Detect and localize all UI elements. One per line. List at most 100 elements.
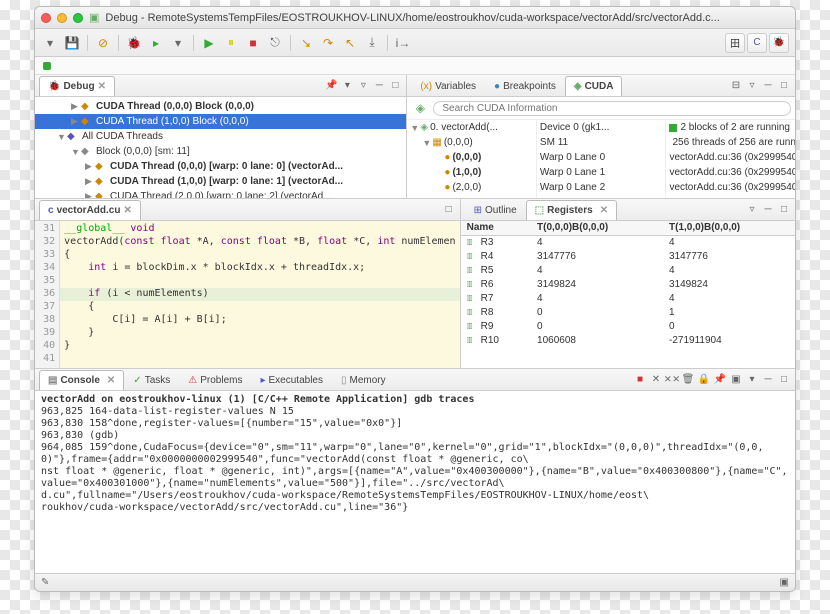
minimize-view-button[interactable]: ─: [761, 79, 775, 93]
open-perspective-button[interactable]: 田: [725, 33, 745, 53]
minimize-icon[interactable]: [57, 13, 67, 23]
cuda-status-col: 2 blocks of 2 are running256 threads of …: [665, 120, 795, 198]
maximize-view-button[interactable]: □: [777, 203, 791, 217]
resume-button[interactable]: ▶: [200, 34, 218, 52]
register-row[interactable]: ⁞⁞⁞R631498243149824: [461, 277, 795, 291]
status-progress-icon[interactable]: ▣: [780, 577, 789, 588]
close-tab-icon[interactable]: ✕: [123, 205, 131, 216]
search-input[interactable]: [433, 101, 791, 116]
cuda-info-col: Device 0 (gk1...SM 11Warp 0 Lane 0Warp 0…: [536, 120, 666, 198]
register-row[interactable]: ⁞⁞⁞R900: [461, 319, 795, 333]
close-tab-icon[interactable]: ✕: [98, 81, 106, 92]
view-menu-button[interactable]: ▿: [356, 79, 370, 93]
col-t1[interactable]: T(1,0,0)B(0,0,0): [663, 221, 795, 235]
tab-registers-label: Registers: [547, 205, 593, 216]
step-over-button[interactable]: ↷: [319, 34, 337, 52]
register-row[interactable]: ⁞⁞⁞R544: [461, 263, 795, 277]
remove-launch-button[interactable]: ✕: [649, 373, 663, 387]
cuda-info-button[interactable]: ◈: [411, 99, 429, 117]
debug-tree-row[interactable]: ▼◆Block (0,0,0) [sm: 11]: [35, 144, 406, 159]
skip-breakpoints-button[interactable]: ⊘: [94, 34, 112, 52]
minimize-view-button[interactable]: ─: [761, 203, 775, 217]
save-button[interactable]: 💾: [63, 34, 81, 52]
instruction-stepping-button[interactable]: i→: [394, 34, 412, 52]
step-return-button[interactable]: ↖: [341, 34, 359, 52]
close-tab-icon[interactable]: ✕: [107, 375, 115, 386]
cuda-tree-col[interactable]: ▼◈0. vectorAdd(...▼▦(0,0,0)●(0,0,0)●(1,0…: [407, 120, 536, 198]
new-button[interactable]: ▾: [41, 34, 59, 52]
collapse-button[interactable]: ⊟: [729, 79, 743, 93]
cuda-tree-row[interactable]: ●(1,0,0): [407, 165, 536, 180]
cuda-tree-row[interactable]: ▼▦(0,0,0): [407, 135, 536, 150]
debug-tree-row[interactable]: ▶◆CUDA Thread (1,0,0) Block (0,0,0): [35, 114, 406, 129]
cuda-status-row: vectorAdd.cu:36 (0x2999540): [666, 165, 795, 180]
debug-icon: 🐞: [48, 81, 60, 92]
cuda-tree-row[interactable]: ●(2,0,0): [407, 180, 536, 195]
register-row[interactable]: ⁞⁞⁞R801: [461, 305, 795, 319]
tab-tasks[interactable]: ✓Tasks: [124, 370, 179, 390]
cuda-tree-row[interactable]: ●(0,0,0): [407, 150, 536, 165]
cuda-tree-row[interactable]: ▼◈0. vectorAdd(...: [407, 120, 536, 135]
pin-icon[interactable]: 📌: [324, 79, 338, 93]
registers-table[interactable]: Name T(0,0,0)B(0,0,0) T(1,0,0)B(0,0,0) ⁞…: [461, 221, 795, 368]
register-row[interactable]: ⁞⁞⁞R431477763147776: [461, 249, 795, 263]
view-menu-button[interactable]: ▿: [745, 203, 759, 217]
code-editor[interactable]: 3132333435363738394041 __global__ voidve…: [35, 221, 460, 368]
debug-tree-row[interactable]: ▶◆CUDA Thread (2,0,0) [warp: 0 lane: 2] …: [35, 189, 406, 198]
terminate-console-button[interactable]: ■: [633, 373, 647, 387]
close-tab-icon[interactable]: ✕: [600, 205, 608, 216]
maximize-editor-button[interactable]: □: [442, 203, 456, 217]
maximize-view-button[interactable]: □: [777, 79, 791, 93]
view-menu-button[interactable]: ▿: [745, 79, 759, 93]
profile-button[interactable]: ▾: [169, 34, 187, 52]
tab-problems[interactable]: ⚠Problems: [179, 370, 251, 390]
register-row[interactable]: ⁞⁞⁞R744: [461, 291, 795, 305]
suspend-button[interactable]: ⏸: [222, 34, 240, 52]
tab-variables[interactable]: (x)Variables: [411, 76, 485, 96]
tab-debug[interactable]: 🐞 Debug ✕: [39, 76, 115, 96]
close-icon[interactable]: [41, 13, 51, 23]
run-button[interactable]: ▸: [147, 34, 165, 52]
cpp-perspective-button[interactable]: C: [747, 33, 767, 53]
debug-tree-row[interactable]: ▶◆CUDA Thread (0,0,0) [warp: 0 lane: 0] …: [35, 159, 406, 174]
tab-console[interactable]: ▤Console✕: [39, 370, 124, 390]
tab-cuda[interactable]: ◈CUDA: [565, 76, 623, 96]
debug-tree[interactable]: ▶◆CUDA Thread (0,0,0) Block (0,0,0)▶◆CUD…: [35, 97, 406, 198]
col-name[interactable]: Name: [461, 221, 531, 235]
clear-console-button[interactable]: 🗑: [681, 373, 695, 387]
memory-icon: ▯: [341, 375, 347, 386]
zoom-icon[interactable]: [73, 13, 83, 23]
debug-tree-row[interactable]: ▶◆CUDA Thread (0,0,0) Block (0,0,0): [35, 99, 406, 114]
register-row[interactable]: ⁞⁞⁞R101060608-271911904: [461, 333, 795, 347]
drop-to-frame-button[interactable]: ⤓: [363, 34, 381, 52]
terminate-button[interactable]: ■: [244, 34, 262, 52]
maximize-view-button[interactable]: □: [777, 373, 791, 387]
pin-console-button[interactable]: 📌: [713, 373, 727, 387]
tab-breakpoints[interactable]: ●Breakpoints: [485, 76, 565, 96]
maximize-view-button[interactable]: □: [388, 79, 402, 93]
console-output[interactable]: vectorAdd on eostroukhov-linux (1) [C/C+…: [35, 391, 795, 573]
tab-executables[interactable]: ▸Executables: [251, 370, 332, 390]
debug-tree-row[interactable]: ▼◆All CUDA Threads: [35, 129, 406, 144]
step-into-button[interactable]: ↘: [297, 34, 315, 52]
debug-button[interactable]: 🐞: [125, 34, 143, 52]
scroll-lock-button[interactable]: 🔒: [697, 373, 711, 387]
tab-registers[interactable]: ⬚Registers ✕: [526, 200, 617, 220]
titlebar[interactable]: ▣ Debug - RemoteSystemsTempFiles/EOSTROU…: [35, 7, 795, 29]
registers-icon: ⬚: [535, 205, 544, 216]
debug-dropdown-button[interactable]: ▾: [340, 79, 354, 93]
debug-perspective-button[interactable]: 🐞: [769, 33, 789, 53]
disconnect-button[interactable]: ⎋: [266, 34, 284, 52]
tab-source-file[interactable]: c vectorAdd.cu ✕: [39, 200, 141, 220]
minimize-view-button[interactable]: ─: [372, 79, 386, 93]
register-row[interactable]: ⁞⁞⁞R344: [461, 235, 795, 249]
tab-outline[interactable]: ⊞Outline: [465, 200, 526, 220]
col-t0[interactable]: T(0,0,0)B(0,0,0): [531, 221, 663, 235]
tab-memory[interactable]: ▯Memory: [332, 370, 395, 390]
open-console-button[interactable]: ▾: [745, 373, 759, 387]
eclipse-window: ▣ Debug - RemoteSystemsTempFiles/EOSTROU…: [34, 6, 796, 592]
remove-all-button[interactable]: ⨯⨯: [665, 373, 679, 387]
minimize-view-button[interactable]: ─: [761, 373, 775, 387]
debug-tree-row[interactable]: ▶◆CUDA Thread (1,0,0) [warp: 0 lane: 1] …: [35, 174, 406, 189]
display-console-button[interactable]: ▣: [729, 373, 743, 387]
